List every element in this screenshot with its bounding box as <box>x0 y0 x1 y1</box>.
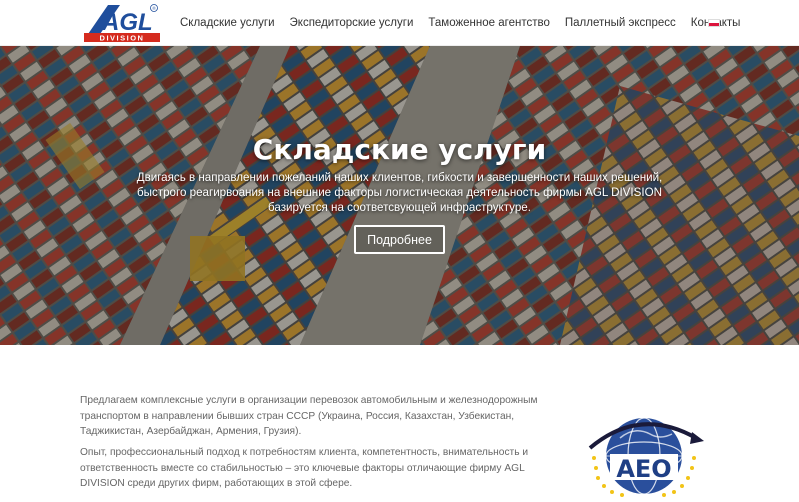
nav-item-customs[interactable]: Таможенное агентство <box>428 17 549 29</box>
hero-description: Двигаясь в направлении пожеланий наших к… <box>136 171 663 214</box>
logo-agl-text: AGL <box>101 9 153 36</box>
main-nav: Складские услуги Экспедиторские услуги Т… <box>180 0 755 46</box>
svg-text:®: ® <box>152 5 156 11</box>
intro-paragraph-2: Опыт, профессиональный подход к потребно… <box>80 447 529 489</box>
hero-banner: Складские услуги Двигаясь в направлении … <box>0 46 799 345</box>
more-button[interactable]: Подробнее <box>354 225 445 254</box>
aeo-text: AEO <box>616 455 671 483</box>
nav-item-warehouse[interactable]: Складские услуги <box>180 17 275 29</box>
logo-division-text: DIVISION <box>100 34 145 43</box>
aeo-logo: AEO <box>580 408 710 498</box>
site-header: AGL DIVISION ® Складские услуги Экспедит… <box>0 0 799 46</box>
hero-title: Складские услуги <box>252 133 547 166</box>
nav-item-forwarding[interactable]: Экспедиторские услуги <box>290 17 414 29</box>
nav-item-pallet-express[interactable]: Паллетный экспресс <box>565 17 676 29</box>
agl-division-logo[interactable]: AGL DIVISION ® <box>82 3 160 43</box>
poland-flag-icon[interactable] <box>708 19 720 27</box>
intro-paragraph-1: Предлагаем комплексные услуги в организа… <box>80 395 538 437</box>
intro-section: Предлагаем комплексные услуги в организа… <box>0 345 799 499</box>
